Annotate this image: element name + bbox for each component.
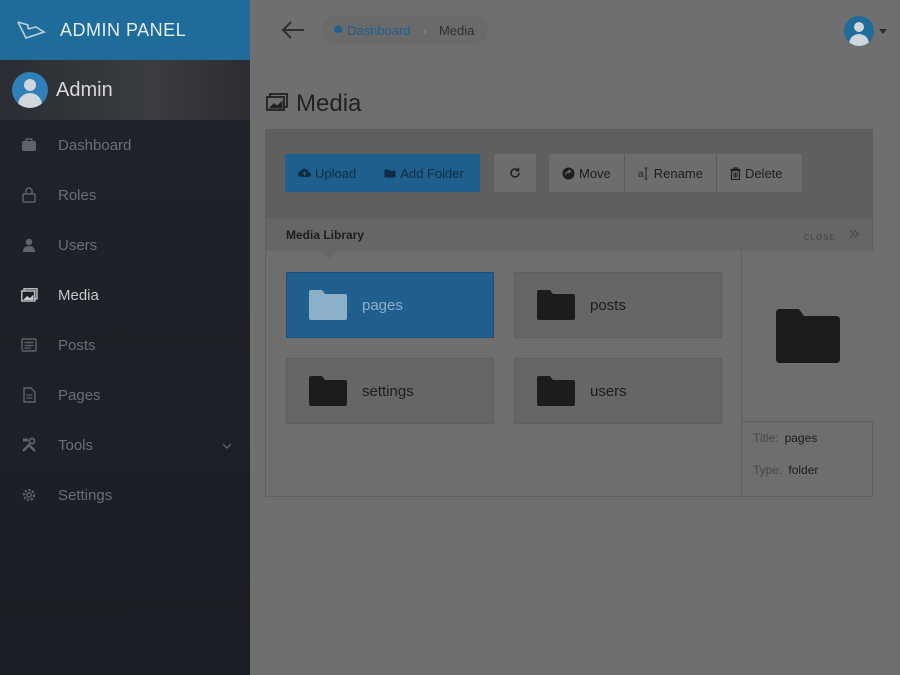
folder-item-posts[interactable]: posts [514, 272, 722, 338]
folder-icon [537, 290, 575, 320]
gear-icon [20, 486, 38, 504]
refresh-button[interactable] [494, 154, 536, 192]
breadcrumb-home-label: Dashboard [347, 22, 411, 38]
folder-item-settings[interactable]: settings [286, 358, 494, 424]
folder-icon [309, 290, 347, 320]
folder-grid: pages posts settings users [266, 251, 741, 497]
refresh-icon [510, 167, 520, 178]
user-menu-avatar[interactable] [844, 16, 874, 46]
tools-icon [20, 436, 38, 454]
dashboard-icon [20, 136, 38, 154]
lock-icon [20, 186, 38, 204]
folder-name: settings [362, 382, 414, 400]
text-cursor-icon: a [638, 167, 650, 180]
svg-text:a: a [638, 169, 644, 180]
double-chevron-right-icon[interactable] [848, 227, 860, 243]
brand-bar[interactable]: ADMIN PANEL [0, 0, 250, 60]
avatar [12, 72, 48, 108]
library-label: Media Library [286, 228, 365, 242]
folder-icon [384, 168, 396, 178]
sidebar-item-media[interactable]: Media [0, 270, 250, 320]
upload-button[interactable]: Upload [285, 154, 369, 192]
back-arrow-icon[interactable] [280, 18, 306, 42]
page-title: Media [266, 90, 361, 118]
media-toolbar: Upload Add Folder Move a Rename Delete [266, 130, 872, 218]
delete-button[interactable]: Delete [715, 154, 796, 192]
add-folder-label: Add Folder [400, 165, 464, 181]
sidebar-item-dashboard[interactable]: Dashboard [0, 120, 250, 170]
sidebar: ADMIN PANEL Admin Dashboard Roles Users [0, 0, 250, 675]
chevron-down-icon [222, 438, 232, 452]
folder-icon [309, 376, 347, 406]
meta-type-value: folder [788, 463, 819, 477]
meta-type-label: Type: [753, 463, 783, 477]
meta-title-label: Title: [753, 431, 779, 445]
sidebar-item-posts[interactable]: Posts [0, 320, 250, 370]
breadcrumb-separator: › [422, 22, 427, 38]
rename-button[interactable]: a Rename [623, 154, 716, 192]
library-header: Media Library CLOSE [266, 218, 872, 259]
meta-title-value: pages [784, 431, 818, 445]
upload-label: Upload [315, 165, 357, 181]
media-panel: Upload Add Folder Move a Rename Delete M… [265, 129, 873, 497]
images-icon [20, 286, 38, 304]
sidebar-item-label: Roles [58, 186, 97, 204]
caret-down-icon[interactable] [879, 29, 887, 34]
news-icon [20, 336, 38, 354]
file-icon [20, 386, 38, 404]
folder-item-users[interactable]: users [514, 358, 722, 424]
sidebar-item-roles[interactable]: Roles [0, 170, 250, 220]
sidebar-item-label: Media [58, 286, 99, 304]
folder-name: users [590, 382, 627, 400]
file-meta: Title: pages Type: folder [742, 422, 873, 486]
folder-name: posts [590, 296, 626, 314]
move-arrow-icon [562, 167, 575, 180]
sidebar-menu: Dashboard Roles Users Media Posts Pages … [0, 120, 250, 520]
close-details-button[interactable]: CLOSE [803, 233, 836, 242]
sidebar-item-label: Pages [58, 386, 101, 404]
user-name: Admin [56, 78, 113, 101]
meta-title-row: Title: pages [753, 422, 873, 454]
breadcrumb-home[interactable]: Dashboard [334, 23, 411, 38]
sidebar-item-label: Tools [58, 436, 94, 454]
rename-label: Rename [653, 165, 703, 181]
add-folder-button[interactable]: Add Folder [369, 154, 477, 192]
breadcrumb: Dashboard › Media [322, 16, 489, 44]
move-button[interactable]: Move [549, 154, 624, 192]
cloud-upload-icon [298, 168, 311, 178]
folder-name: pages [362, 296, 403, 314]
dashboard-icon [334, 25, 343, 35]
preview-area [742, 251, 873, 422]
folder-preview-icon [775, 309, 840, 363]
file-actions-group: Move a Rename Delete [549, 154, 802, 192]
person-icon [20, 236, 38, 254]
sidebar-item-settings[interactable]: Settings [0, 470, 250, 520]
sidebar-item-tools[interactable]: Tools [0, 420, 250, 470]
brand-title: ADMIN PANEL [60, 19, 187, 40]
details-pane: Title: pages Type: folder [741, 251, 873, 497]
laravel-logo-icon [17, 21, 46, 39]
folder-icon [537, 376, 575, 406]
sidebar-item-label: Settings [58, 486, 113, 504]
sidebar-item-users[interactable]: Users [0, 220, 250, 270]
page-title-text: Media [296, 90, 362, 117]
breadcrumb-current: Media [438, 22, 475, 38]
sidebar-user[interactable]: Admin [0, 60, 250, 120]
meta-type-row: Type: folder [753, 454, 873, 486]
images-icon [266, 90, 288, 118]
sidebar-item-label: Users [58, 236, 98, 254]
sidebar-item-label: Posts [58, 336, 96, 354]
top-bar: Dashboard › Media [250, 0, 900, 60]
move-label: Move [579, 165, 611, 181]
trash-icon [730, 166, 741, 180]
sidebar-item-label: Dashboard [58, 136, 132, 154]
folder-item-pages[interactable]: pages [286, 272, 494, 338]
upload-button-group: Upload Add Folder [285, 154, 480, 192]
sidebar-item-pages[interactable]: Pages [0, 370, 250, 420]
delete-label: Delete [744, 165, 783, 181]
